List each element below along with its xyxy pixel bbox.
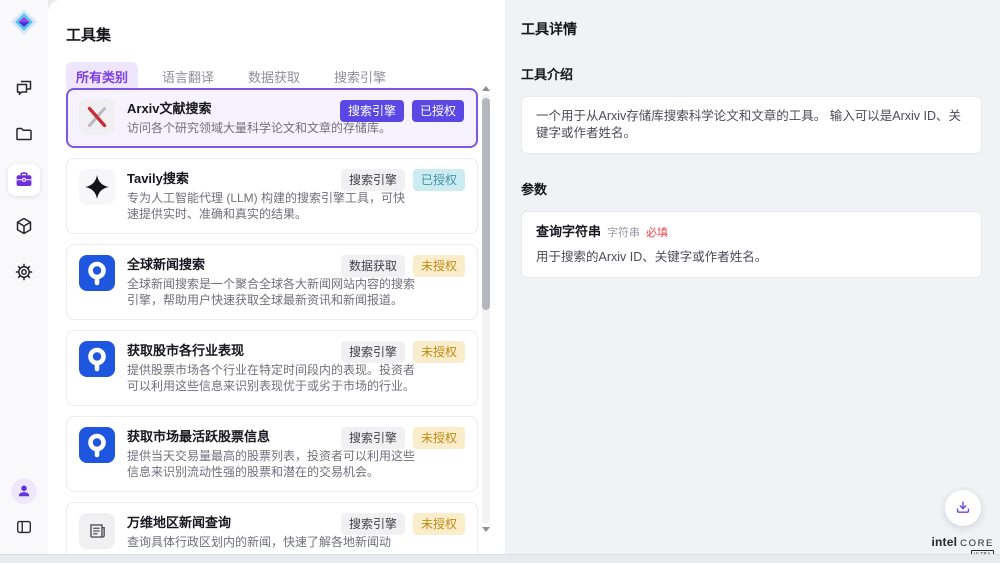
param-name: 查询字符串 — [536, 223, 601, 240]
detail-title: 工具详情 — [521, 19, 982, 39]
app-logo — [10, 8, 38, 36]
scrollbar-thumb[interactable] — [482, 98, 490, 310]
tool-description: 提供当天交易量最高的股票列表，投资者可以利用这些信息来识别流动性强的股票和潜在的… — [127, 448, 415, 481]
tool-list: Arxiv文献搜索 访问各个研究领域大量科学论文和文章的存储库。 搜索引擎 已授… — [66, 88, 478, 554]
newspaper-icon — [79, 513, 115, 549]
tool-auth-badge: 已授权 — [413, 169, 465, 191]
list-scrollbar[interactable] — [482, 84, 490, 534]
intro-card: 一个用于从Arxiv存储库搜索科学论文和文章的工具。 输入可以是Arxiv ID… — [521, 96, 982, 154]
tool-detail-panel: 工具详情 工具介绍 一个用于从Arxiv存储库搜索科学论文和文章的工具。 输入可… — [505, 0, 1000, 554]
tools-panel-title: 工具集 — [48, 0, 505, 45]
blue-q-icon — [79, 427, 115, 463]
tool-card[interactable]: Arxiv文献搜索 访问各个研究领域大量科学论文和文章的存储库。 搜索引擎 已授… — [66, 88, 478, 148]
user-avatar[interactable] — [11, 478, 37, 504]
app-window: 工具集 所有类别语言翻译数据获取搜索引擎 Arxiv文献搜索 访问各个研究领域大… — [0, 0, 1000, 563]
news-q-icon — [79, 427, 115, 463]
tools-panel: 工具集 所有类别语言翻译数据获取搜索引擎 Arxiv文献搜索 访问各个研究领域大… — [48, 0, 505, 554]
tool-description: 访问各个研究领域大量科学论文和文章的存储库。 — [127, 120, 415, 137]
intel-wordmark: intel — [931, 535, 957, 549]
tool-card[interactable]: Tavily搜索 专为人工智能代理 (LLM) 构建的搜索引擎工具，可快速提供实… — [66, 158, 478, 234]
tool-category-badge: 搜索引擎 — [341, 427, 405, 449]
tool-description: 提供股票市场各个行业在特定时间段内的表现。投资者可以利用这些信息来识别表现优于或… — [127, 362, 415, 395]
arxiv-x-icon — [79, 99, 115, 135]
download-button[interactable] — [945, 490, 981, 526]
panel-toggle-icon[interactable] — [13, 516, 35, 538]
tool-category-badge: 搜索引擎 — [341, 169, 405, 191]
tool-auth-badge: 未授权 — [413, 341, 465, 363]
category-tab[interactable]: 语言翻译 — [152, 62, 224, 91]
param-head: 查询字符串 字符串 必填 — [536, 223, 967, 242]
tool-category-badge: 搜索引擎 — [340, 100, 404, 122]
param-card: 查询字符串 字符串 必填 用于搜索的Arxiv ID、关键字或作者姓名。 — [521, 211, 982, 278]
tool-description: 全球新闻搜索是一个聚合全球各大新闻网站内容的搜索引擎，帮助用户快速获取全球最新资… — [127, 276, 415, 309]
newspaper-icon — [86, 520, 108, 542]
rail-bottom — [0, 478, 48, 538]
param-type: 字符串 — [607, 225, 640, 242]
tavily-icon — [79, 169, 115, 205]
intro-text: 一个用于从Arxiv存储库搜索科学论文和文章的工具。 输入可以是Arxiv ID… — [536, 109, 961, 140]
tool-description: 查询具体行政区划内的新闻，快速了解各地新闻动 — [127, 534, 415, 551]
blue-q-icon — [79, 341, 115, 377]
core-wordmark: CORE — [960, 538, 994, 549]
folder-icon[interactable] — [8, 118, 40, 150]
window-bottom-edge — [0, 554, 1000, 563]
tool-card[interactable]: 获取股市各行业表现 提供股票市场各个行业在特定时间段内的表现。投资者可以利用这些… — [66, 330, 478, 406]
rail-nav — [0, 72, 48, 288]
tool-description: 专为人工智能代理 (LLM) 构建的搜索引擎工具，可快速提供实时、准确和真实的结… — [127, 190, 415, 223]
toolbox-icon[interactable] — [8, 164, 40, 196]
settings-gear-icon[interactable] — [8, 256, 40, 288]
download-tray-icon — [953, 498, 973, 518]
category-tab[interactable]: 数据获取 — [238, 62, 310, 91]
tool-auth-badge: 未授权 — [413, 513, 465, 535]
scrollbar-down-arrow[interactable] — [482, 527, 490, 532]
arxiv-icon — [79, 99, 115, 135]
tavily-star-icon — [79, 169, 115, 205]
category-tab[interactable]: 所有类别 — [66, 62, 138, 91]
tool-card[interactable]: 全球新闻搜索 全球新闻搜索是一个聚合全球各大新闻网站内容的搜索引擎，帮助用户快速… — [66, 244, 478, 320]
param-required-badge: 必填 — [646, 225, 668, 242]
category-tabs: 所有类别语言翻译数据获取搜索引擎 — [66, 62, 505, 91]
tool-card[interactable]: 获取市场最活跃股票信息 提供当天交易量最高的股票列表，投资者可以利用这些信息来识… — [66, 416, 478, 492]
scrollbar-up-arrow[interactable] — [482, 86, 490, 91]
blue-q-icon — [79, 255, 115, 291]
tool-auth-badge: 已授权 — [412, 100, 464, 122]
intro-heading: 工具介绍 — [521, 64, 982, 83]
left-icon-rail — [0, 0, 48, 554]
tool-card[interactable]: 万维地区新闻查询 查询具体行政区划内的新闻，快速了解各地新闻动 搜索引擎 未授权 — [66, 502, 478, 555]
param-description: 用于搜索的Arxiv ID、关键字或作者姓名。 — [536, 249, 967, 266]
news-q-icon — [79, 255, 115, 291]
tool-auth-badge: 未授权 — [413, 255, 465, 277]
chat-icon[interactable] — [8, 72, 40, 104]
params-heading: 参数 — [521, 179, 982, 198]
tool-auth-badge: 未授权 — [413, 427, 465, 449]
news-q-icon — [79, 341, 115, 377]
tool-category-badge: 数据获取 — [341, 255, 405, 277]
category-tab[interactable]: 搜索引擎 — [324, 62, 396, 91]
tool-category-badge: 搜索引擎 — [341, 513, 405, 535]
cube-icon[interactable] — [8, 210, 40, 242]
tool-category-badge: 搜索引擎 — [341, 341, 405, 363]
